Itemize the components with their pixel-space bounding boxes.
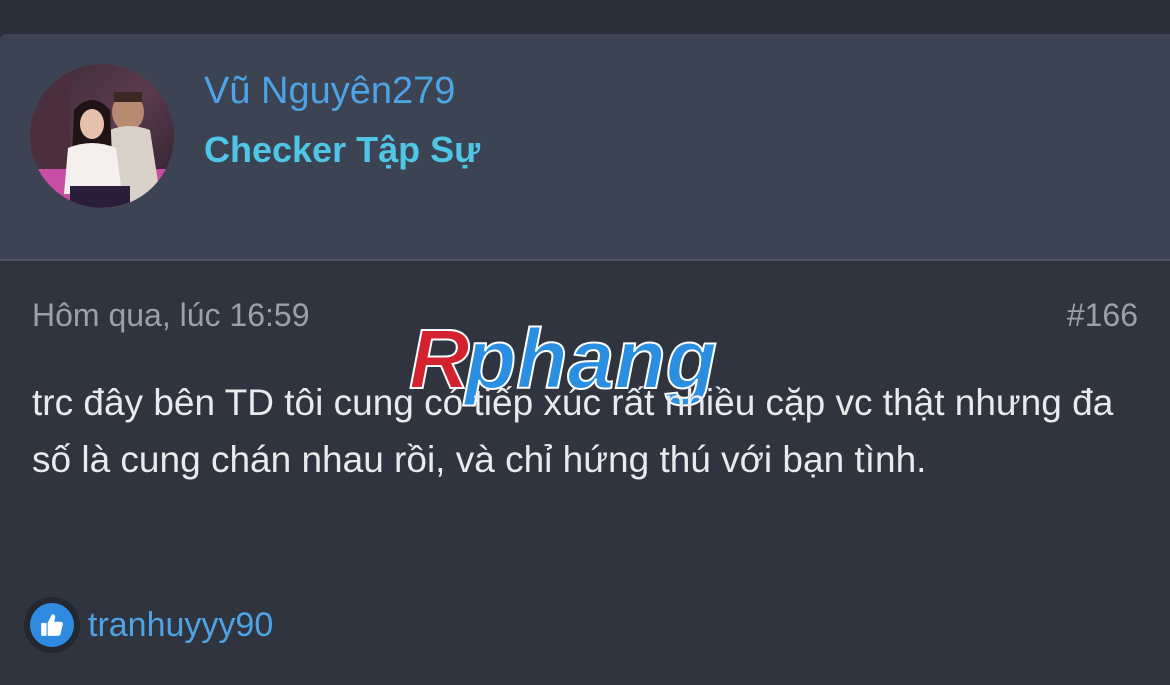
reactions-bar[interactable]: tranhuyyy90 bbox=[24, 597, 273, 653]
thumbs-up-icon[interactable] bbox=[24, 597, 80, 653]
post-number[interactable]: #166 bbox=[1067, 297, 1138, 334]
avatar-photo bbox=[30, 64, 174, 208]
author-username[interactable]: Vũ Nguyên279 bbox=[204, 70, 455, 113]
author-user-title: Checker Tập Sự bbox=[204, 129, 481, 170]
post-header: Vũ Nguyên279 Checker Tập Sự bbox=[0, 34, 1170, 261]
author-avatar[interactable] bbox=[30, 64, 174, 208]
post-card: Vũ Nguyên279 Checker Tập Sự Hôm qua, lúc… bbox=[0, 34, 1170, 685]
post-timestamp[interactable]: Hôm qua, lúc 16:59 bbox=[32, 297, 310, 334]
post-message: trc đây bên TD tôi cung có tiếp xúc rất … bbox=[32, 382, 1114, 480]
reaction-username[interactable]: tranhuyyy90 bbox=[88, 606, 273, 645]
top-strip bbox=[0, 0, 1170, 34]
